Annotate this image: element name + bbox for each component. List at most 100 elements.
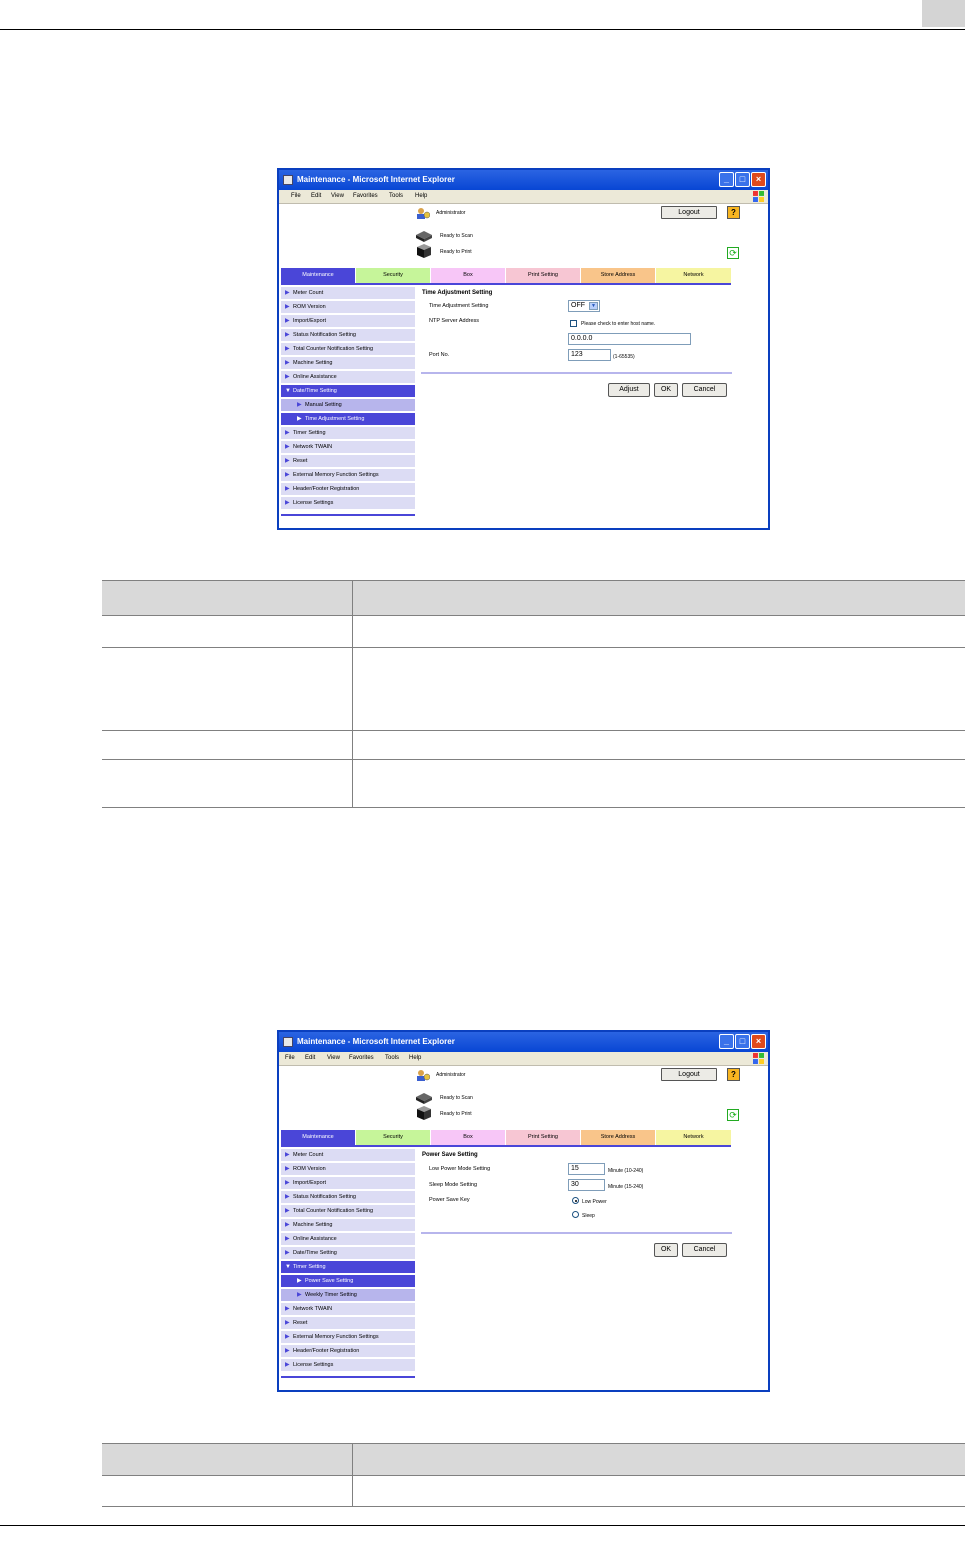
sidebar-item-reset[interactable]: ▶ Reset (281, 455, 415, 468)
window-title: Maintenance - Microsoft Internet Explore… (297, 175, 455, 184)
sidebar-item-meter-count[interactable]: ▶ Meter Count (281, 1149, 415, 1162)
maximize-button[interactable]: □ (735, 172, 750, 187)
tab-maintenance[interactable]: Maintenance (281, 1130, 355, 1145)
ie-page-icon (283, 175, 293, 185)
sidebar-item-power-save-setting[interactable]: ▶ Power Save Setting (281, 1275, 415, 1288)
sidebar-item-rom-version[interactable]: ▶ ROM Version (281, 1163, 415, 1176)
scan-status: Ready to Scan (440, 233, 473, 239)
sidebar-item-manual-setting[interactable]: ▶ Manual Setting (281, 399, 415, 412)
tab-box[interactable]: Box (431, 268, 505, 283)
menu-favorites[interactable]: Favorites (349, 1052, 374, 1065)
refresh-icon[interactable]: ⟳ (727, 247, 739, 259)
menu-edit[interactable]: Edit (305, 1052, 315, 1065)
tab-box[interactable]: Box (431, 1130, 505, 1145)
sleep-radio[interactable] (572, 1211, 579, 1218)
user-name: Administrator (436, 210, 466, 216)
host-name-checkbox[interactable] (570, 320, 577, 327)
sidebar-item-external-memory[interactable]: ▶ External Memory Function Settings (281, 469, 415, 482)
tab-network[interactable]: Network (656, 1130, 731, 1145)
sidebar-item-machine-setting[interactable]: ▶ Machine Setting (281, 1219, 415, 1232)
port-label: Port No. (429, 352, 450, 358)
refresh-icon[interactable]: ⟳ (727, 1109, 739, 1121)
tab-security[interactable]: Security (356, 1130, 430, 1145)
menu-help[interactable]: Help (409, 1052, 421, 1065)
close-button[interactable]: × (751, 1034, 766, 1049)
ntp-server-input[interactable]: 0.0.0.0 (568, 333, 691, 345)
sidebar-item-import-export[interactable]: ▶ Import/Export (281, 315, 415, 328)
cancel-button[interactable]: Cancel (682, 383, 727, 397)
sidebar-item-license-settings[interactable]: ▶ License Settings (281, 497, 415, 510)
sidebar-item-license-settings[interactable]: ▶ License Settings (281, 1359, 415, 1372)
sidebar-item-header-footer[interactable]: ▶ Header/Footer Registration (281, 1345, 415, 1358)
low-power-radio[interactable] (572, 1197, 579, 1204)
sleep-mode-input[interactable]: 30 (568, 1179, 605, 1191)
minimize-button[interactable]: _ (719, 1034, 734, 1049)
sidebar-item-network-twain[interactable]: ▶ Network TWAIN (281, 441, 415, 454)
sidebar-item-online-assistance[interactable]: ▶ Online Assistance (281, 1233, 415, 1246)
menu-file[interactable]: File (291, 190, 301, 203)
sidebar-item-status-notification[interactable]: ▶ Status Notification Setting (281, 1191, 415, 1204)
tab-store-address[interactable]: Store Address (581, 268, 655, 283)
time-adjustment-select[interactable]: OFF ▼ (568, 300, 600, 312)
adjust-button[interactable]: Adjust (608, 383, 650, 397)
sidebar-item-timer-setting[interactable]: ▶ Timer Setting (281, 427, 415, 440)
sidebar-item-import-export[interactable]: ▶ Import/Export (281, 1177, 415, 1190)
maximize-button[interactable]: □ (735, 1034, 750, 1049)
menu-tools[interactable]: Tools (389, 190, 403, 203)
menu-tools[interactable]: Tools (385, 1052, 399, 1065)
low-power-input[interactable]: 15 (568, 1163, 605, 1175)
tab-network[interactable]: Network (656, 268, 731, 283)
menu-favorites[interactable]: Favorites (353, 190, 378, 203)
tab-store-address[interactable]: Store Address (581, 1130, 655, 1145)
power-save-key-label: Power Save Key (429, 1197, 470, 1203)
sidebar-item-date-time-setting[interactable]: ▼ Date/Time Setting (281, 385, 415, 398)
sidebar-item-online-assistance[interactable]: ▶ Online Assistance (281, 371, 415, 384)
sidebar-item-total-counter-notification[interactable]: ▶ Total Counter Notification Setting (281, 343, 415, 356)
sidebar-item-network-twain[interactable]: ▶ Network TWAIN (281, 1303, 415, 1316)
cancel-button[interactable]: Cancel (682, 1243, 727, 1257)
sidebar-item-machine-setting[interactable]: ▶ Machine Setting (281, 357, 415, 370)
low-power-label: Low Power Mode Setting (429, 1166, 491, 1172)
port-input[interactable]: 123 (568, 349, 611, 361)
sidebar-item-reset[interactable]: ▶ Reset (281, 1317, 415, 1330)
tab-security[interactable]: Security (356, 268, 430, 283)
sidebar-bottom-line (281, 1376, 415, 1378)
sidebar-item-timer-setting[interactable]: ▼ Timer Setting (281, 1261, 415, 1274)
menu-file[interactable]: File (285, 1052, 295, 1065)
ok-button[interactable]: OK (654, 383, 678, 397)
menu-view[interactable]: View (327, 1052, 340, 1065)
tab-print-setting[interactable]: Print Setting (506, 1130, 580, 1145)
ntp-server-label: NTP Server Address (429, 318, 480, 324)
time-adjustment-label: Time Adjustment Setting (429, 303, 489, 309)
sidebar-item-rom-version[interactable]: ▶ ROM Version (281, 301, 415, 314)
ok-button[interactable]: OK (654, 1243, 678, 1257)
minimize-button[interactable]: _ (719, 172, 734, 187)
logout-button[interactable]: Logout (661, 206, 717, 219)
tab-maintenance[interactable]: Maintenance (281, 268, 355, 283)
help-button[interactable]: ? (727, 1068, 740, 1081)
sidebar-item-status-notification[interactable]: ▶ Status Notification Setting (281, 329, 415, 342)
sidebar-item-total-counter-notification[interactable]: ▶ Total Counter Notification Setting (281, 1205, 415, 1218)
menu-view[interactable]: View (331, 190, 344, 203)
sidebar-item-external-memory[interactable]: ▶ External Memory Function Settings (281, 1331, 415, 1344)
sleep-radio-label: Sleep (582, 1213, 595, 1219)
sidebar-item-header-footer[interactable]: ▶ Header/Footer Registration (281, 483, 415, 496)
sidebar-item-date-time-setting[interactable]: ▶ Date/Time Setting (281, 1247, 415, 1260)
logout-button[interactable]: Logout (661, 1068, 717, 1081)
sleep-mode-label: Sleep Mode Setting (429, 1182, 478, 1188)
windows-logo-icon (753, 1053, 764, 1064)
menu-help[interactable]: Help (415, 190, 427, 203)
close-button[interactable]: × (751, 172, 766, 187)
menu-edit[interactable]: Edit (311, 190, 321, 203)
low-power-hint: Minute (10-240) (608, 1168, 644, 1174)
sidebar-item-meter-count[interactable]: ▶ Meter Count (281, 287, 415, 300)
user-name: Administrator (436, 1072, 466, 1078)
print-status: Ready to Print (440, 1111, 472, 1117)
tab-print-setting[interactable]: Print Setting (506, 268, 580, 283)
browser-window-time-adjustment: Maintenance - Microsoft Internet Explore… (277, 168, 770, 530)
help-button[interactable]: ? (727, 206, 740, 219)
table-row (102, 759, 965, 808)
sidebar-item-time-adjustment-setting[interactable]: ▶ Time Adjustment Setting (281, 413, 415, 426)
sidebar-item-weekly-timer-setting[interactable]: ▶ Weekly Timer Setting (281, 1289, 415, 1302)
menu-bar: File Edit View Favorites Tools Help (279, 190, 768, 204)
